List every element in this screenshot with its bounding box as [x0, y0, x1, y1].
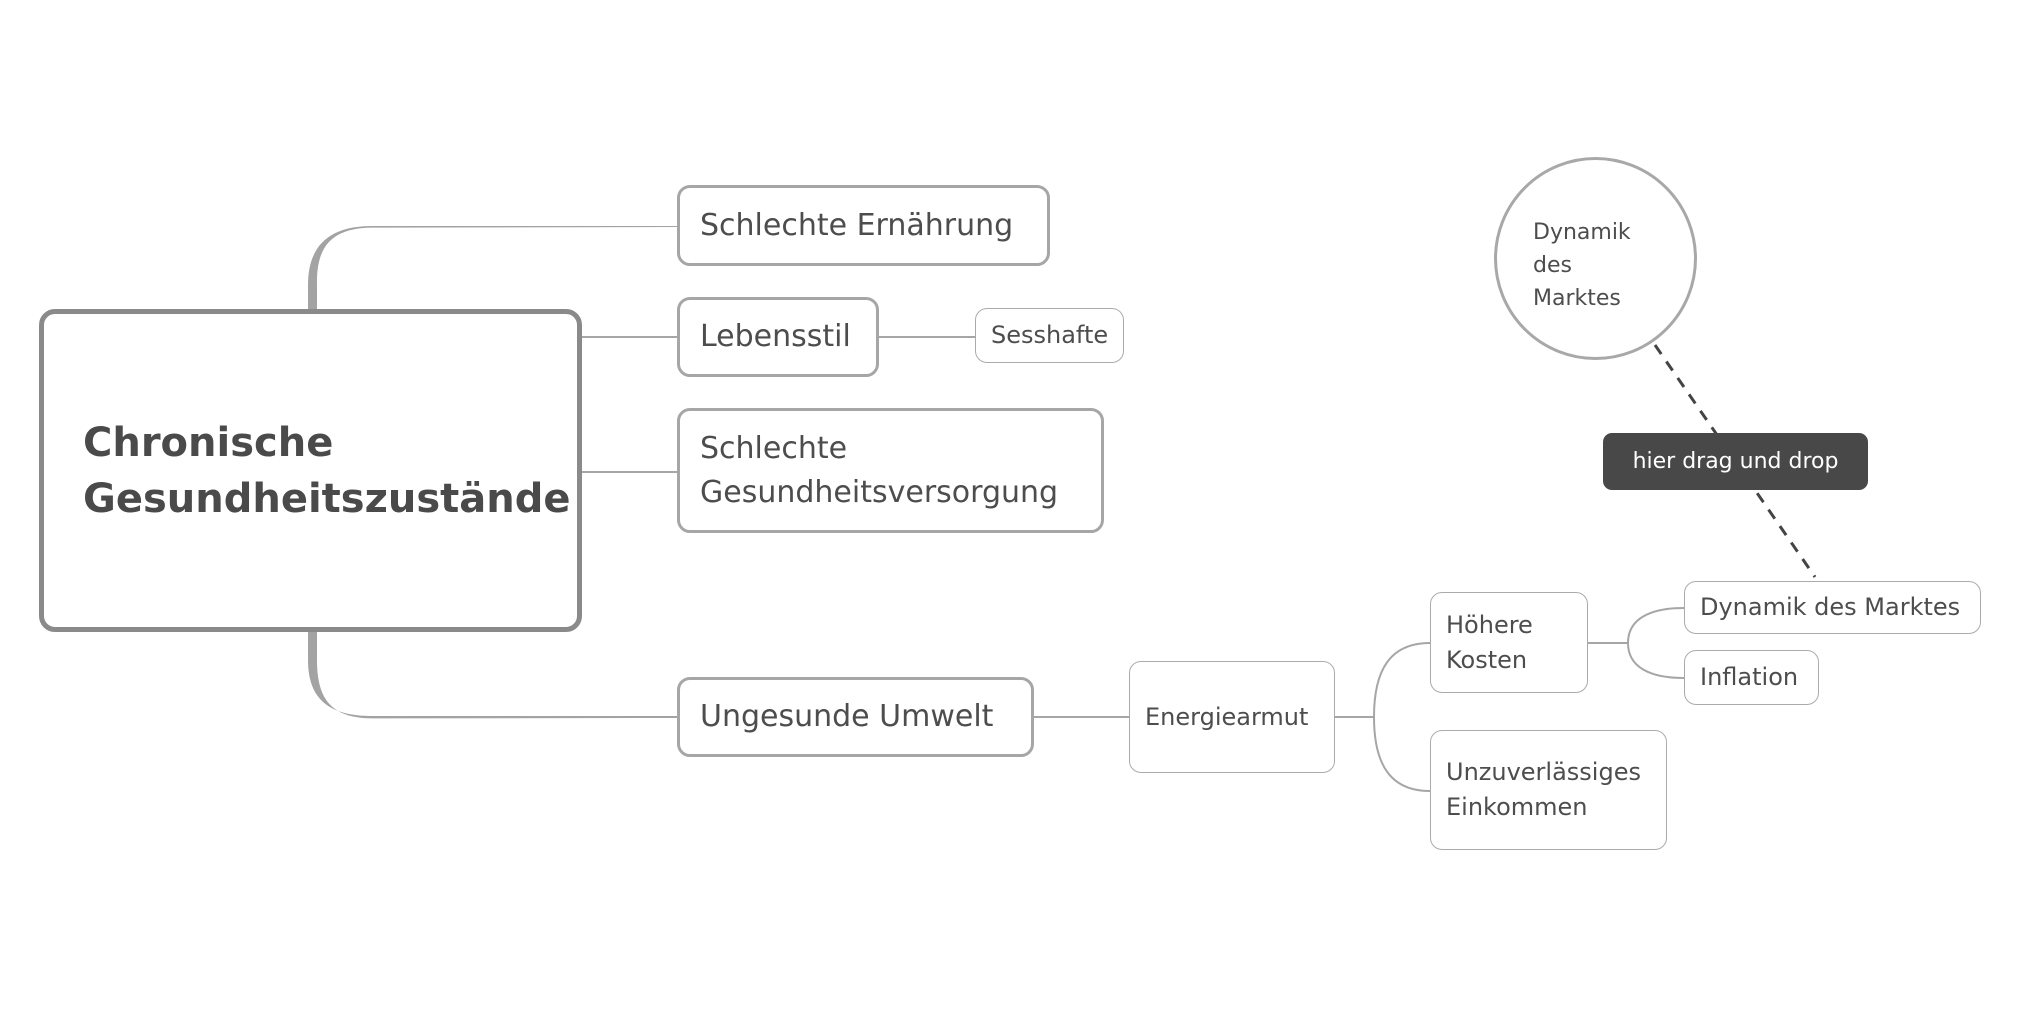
- topic-label: Höhere Kosten: [1446, 610, 1533, 674]
- topic-schlechte-gesundheitsversorgung[interactable]: Schlechte Gesundheitsversorgung: [677, 408, 1104, 533]
- topic-ungesunde-umwelt[interactable]: Ungesunde Umwelt: [677, 677, 1034, 757]
- relationship-label[interactable]: hier drag und drop: [1603, 433, 1868, 490]
- connector-kosten-branches: [1588, 607, 1685, 679]
- topic-label: Dynamik des Marktes: [1700, 593, 1961, 621]
- mindmap-canvas[interactable]: Chronische Gesundheitszustände Schlechte…: [0, 0, 2028, 1010]
- relationship-label-text: hier drag und drop: [1632, 449, 1839, 474]
- topic-label: Schlechte Gesundheitsversorgung: [700, 430, 1059, 510]
- topic-label: Unzuverlässiges Einkommen: [1446, 758, 1641, 821]
- connector-central-umwelt: [308, 632, 677, 719]
- topic-label: Schlechte Ernährung: [700, 207, 1014, 243]
- subtopic-dynamik-des-marktes[interactable]: Dynamik des Marktes: [1684, 581, 1981, 634]
- subtopic-energiearmut[interactable]: Energiearmut: [1129, 661, 1335, 773]
- topic-label: Sesshafte: [991, 321, 1109, 349]
- topic-schlechte-ernaehrung[interactable]: Schlechte Ernährung: [677, 185, 1050, 266]
- central-topic-label: Chronische Gesundheitszustände: [83, 419, 571, 522]
- floating-topic-label: Dynamik des Marktes: [1533, 220, 1631, 311]
- topic-label: Inflation: [1700, 663, 1799, 691]
- topic-label: Ungesunde Umwelt: [700, 699, 994, 734]
- topic-label: Lebensstil: [700, 319, 851, 354]
- floating-topic-dynamik-des-marktes[interactable]: Dynamik des Marktes: [1494, 157, 1697, 360]
- topic-lebensstil[interactable]: Lebensstil: [677, 297, 879, 377]
- central-topic[interactable]: Chronische Gesundheitszustände: [39, 309, 582, 632]
- topic-label: Energiearmut: [1145, 702, 1309, 731]
- subtopic-hoehere-kosten[interactable]: Höhere Kosten: [1430, 592, 1588, 693]
- connector-central-ernaehrung: [308, 226, 677, 309]
- subtopic-unzuverlaessiges-einkommen[interactable]: Unzuverlässiges Einkommen: [1430, 730, 1667, 850]
- subtopic-inflation[interactable]: Inflation: [1684, 650, 1819, 705]
- connector-energiearmut-branches: [1335, 642, 1431, 792]
- subtopic-sesshafte[interactable]: Sesshafte: [975, 308, 1124, 363]
